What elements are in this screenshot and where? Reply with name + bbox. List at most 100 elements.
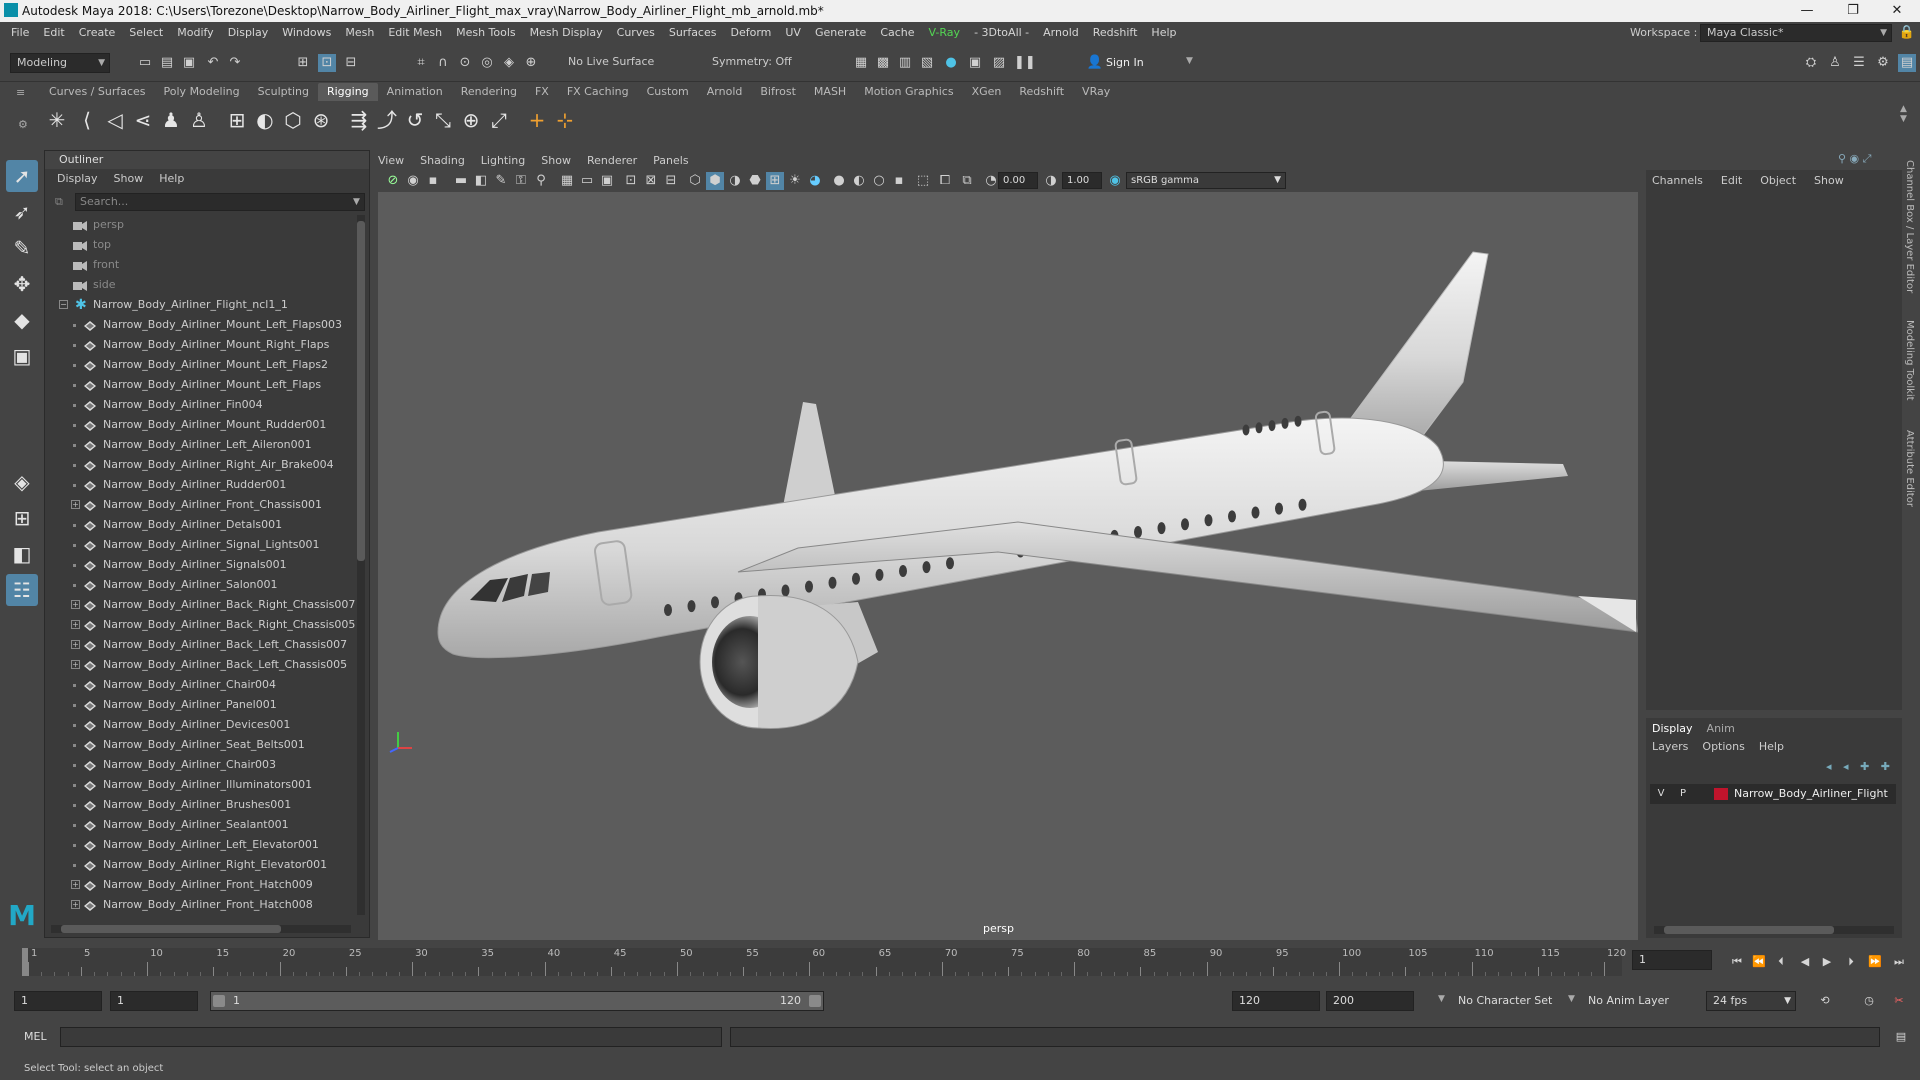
motion-blur-icon[interactable]: ● — [830, 172, 848, 190]
layer-color-swatch[interactable] — [1714, 788, 1728, 800]
shelf-tab-arnold[interactable]: Arnold — [698, 83, 752, 101]
parent-constraint-icon[interactable]: ⊕ — [458, 107, 484, 133]
field-chart-icon[interactable]: ⊠ — [642, 172, 660, 190]
snap-point-icon[interactable]: ⊙ — [456, 54, 474, 72]
viewport-menu-renderer[interactable]: Renderer — [587, 152, 637, 170]
tool-settings-icon[interactable]: ⚙ — [1874, 54, 1892, 72]
outliner-item[interactable]: Narrow_Body_Airliner_Salon001 — [49, 575, 359, 595]
menu-cache[interactable]: Cache — [873, 22, 921, 44]
bookmarks-icon[interactable]: ▪ — [424, 172, 442, 190]
redo-icon[interactable]: ↷ — [226, 54, 244, 72]
2d-pan-zoom-icon[interactable]: ◧ — [472, 172, 490, 190]
sign-in-button[interactable]: Sign In — [1106, 56, 1144, 69]
outliner-camera-side[interactable]: side — [49, 275, 359, 295]
menu-modify[interactable]: Modify — [170, 22, 220, 44]
expand-icon[interactable]: + — [71, 600, 80, 609]
expand-icon[interactable]: + — [71, 500, 80, 509]
menu-3dtoall[interactable]: - 3DtoAll - — [967, 22, 1036, 44]
joint-tool-icon[interactable]: ✳ — [44, 107, 70, 133]
paint-weights-icon[interactable]: ◐ — [252, 107, 278, 133]
shelf-tab-fx[interactable]: FX — [526, 83, 558, 101]
outliner-item[interactable]: + Narrow_Body_Airliner_Back_Right_Chassis… — [49, 595, 359, 615]
chevron-down-icon[interactable]: ▼ — [1186, 56, 1193, 66]
select-hierarchy-icon[interactable]: ⊞ — [294, 54, 312, 72]
snap-view-icon[interactable]: ◎ — [478, 54, 496, 72]
use-all-lights-icon[interactable]: ⊞ — [766, 172, 784, 190]
layer-editor-menu-help[interactable]: Help — [1759, 740, 1784, 753]
script-editor-icon[interactable]: ▤ — [1892, 1028, 1910, 1046]
outliner-search-input[interactable]: Search... — [75, 193, 365, 211]
anim-preferences-icon[interactable]: ✂ — [1890, 992, 1908, 1010]
menu-mesh[interactable]: Mesh — [338, 22, 381, 44]
four-view-icon[interactable]: ⊞ — [6, 502, 38, 534]
wireframe-icon[interactable]: ⬡ — [686, 172, 704, 190]
outliner-item[interactable]: + Narrow_Body_Airliner_Front_Hatch009 — [49, 875, 359, 895]
channel-box-menu-object[interactable]: Object — [1760, 172, 1796, 190]
aim-constraint-icon[interactable]: ⤴ — [374, 107, 400, 133]
mel-input[interactable] — [60, 1027, 722, 1047]
playback-end-field[interactable]: 120 — [1232, 991, 1320, 1011]
anim-layer-dropdown[interactable]: No Anim Layer — [1588, 994, 1669, 1007]
close-button[interactable]: ✕ — [1874, 0, 1920, 22]
mel-label[interactable]: MEL — [24, 1030, 47, 1043]
channel-box-menu-show[interactable]: Show — [1814, 172, 1844, 190]
resolution-gate-icon[interactable]: ▣ — [598, 172, 616, 190]
menu-select[interactable]: Select — [122, 22, 170, 44]
fps-dropdown[interactable]: 24 fps ▼ — [1706, 991, 1796, 1011]
live-surface-field[interactable]: No Live Surface — [562, 53, 674, 73]
viewport-menu-panels[interactable]: Panels — [653, 152, 688, 170]
modeling-toolkit-icon[interactable]: ⛭ — [1802, 54, 1820, 72]
scrollbar-thumb[interactable] — [61, 925, 281, 933]
panel-layout-icons[interactable]: ⚲ ◉ ⤢ — [1838, 152, 1871, 166]
current-frame-field[interactable]: 1 — [1632, 950, 1712, 970]
shelf-tab-rigging[interactable]: Rigging — [317, 83, 378, 101]
render-view-icon[interactable]: ▩ — [874, 54, 892, 72]
outliner-item[interactable]: + Narrow_Body_Airliner_Front_Chassis001 — [49, 495, 359, 515]
textured-icon[interactable]: ⬣ — [746, 172, 764, 190]
play-forward-icon[interactable]: ▶ — [1818, 953, 1836, 971]
shelf-tab-redshift[interactable]: Redshift — [1010, 83, 1073, 101]
menu-create[interactable]: Create — [72, 22, 123, 44]
layer-name[interactable]: Narrow_Body_Airliner_Flight — [1734, 784, 1888, 804]
xray-joints-icon[interactable]: ⬚ — [914, 172, 932, 190]
outliner-item[interactable]: Narrow_Body_Airliner_Panel001 — [49, 695, 359, 715]
layer-editor-tab-display[interactable]: Display — [1652, 722, 1693, 735]
menu-edit[interactable]: Edit — [36, 22, 71, 44]
chevron-down-icon[interactable]: ▼ — [1438, 994, 1445, 1004]
outliner-item[interactable]: Narrow_Body_Airliner_Seat_Belts001 — [49, 735, 359, 755]
symmetry-dropdown[interactable]: Symmetry: Off — [706, 53, 810, 73]
lock-icon[interactable]: 🔒 — [1898, 24, 1916, 42]
outliner-item[interactable]: Narrow_Body_Airliner_Chair003 — [49, 755, 359, 775]
render-frame-icon[interactable]: ▦ — [852, 54, 870, 72]
cluster-locator-icon[interactable]: ⊹ — [552, 107, 578, 133]
scale-tool-icon[interactable]: ▣ — [6, 340, 38, 372]
outliner-item[interactable]: Narrow_Body_Airliner_Left_Aileron001 — [49, 435, 359, 455]
mirror-joint-icon[interactable]: ⋖ — [130, 107, 156, 133]
exposure-toggle-icon[interactable]: ⧉ — [958, 172, 976, 190]
character-set-dropdown[interactable]: No Character Set — [1458, 994, 1552, 1007]
workspace-dropdown[interactable]: Maya Classic* ▼ — [1700, 24, 1892, 42]
channel-box-menu-channels[interactable]: Channels — [1652, 172, 1703, 190]
grease-pencil-icon[interactable]: ✎ — [492, 172, 510, 190]
outliner-item[interactable]: Narrow_Body_Airliner_Mount_Left_Flaps — [49, 375, 359, 395]
shelf-tab-poly-modeling[interactable]: Poly Modeling — [155, 83, 249, 101]
layer-row[interactable]: V P Narrow_Body_Airliner_Flight — [1650, 784, 1896, 804]
menu-uv[interactable]: UV — [778, 22, 808, 44]
menu-display[interactable]: Display — [221, 22, 276, 44]
viewport-menu-lighting[interactable]: Lighting — [481, 152, 525, 170]
outliner-item[interactable]: Narrow_Body_Airliner_Devices001 — [49, 715, 359, 735]
anti-aliasing-icon[interactable]: ◐ — [850, 172, 868, 190]
shelf-scroll-icon[interactable]: ▲ ▼ — [1900, 104, 1907, 124]
safe-action-icon[interactable]: ⊟ — [662, 172, 680, 190]
two-view-icon[interactable]: ◧ — [6, 538, 38, 570]
snap-curve-icon[interactable]: ∩ — [434, 54, 452, 72]
loop-icon[interactable]: ⟲ — [1816, 992, 1834, 1010]
tab-channel-box[interactable]: Channel Box / Layer Editor — [1904, 160, 1915, 293]
auto-key-icon[interactable]: ◷ — [1860, 992, 1878, 1010]
smooth-shade-icon[interactable]: ⬢ — [706, 172, 724, 190]
human-ik-icon[interactable]: ♙ — [1826, 54, 1844, 72]
select-component-icon[interactable]: ⊟ — [342, 54, 360, 72]
outliner-menu-help[interactable]: Help — [159, 169, 184, 189]
shelf-tab-curves-surfaces[interactable]: Curves / Surfaces — [40, 83, 155, 101]
menu-mesh-display[interactable]: Mesh Display — [523, 22, 610, 44]
